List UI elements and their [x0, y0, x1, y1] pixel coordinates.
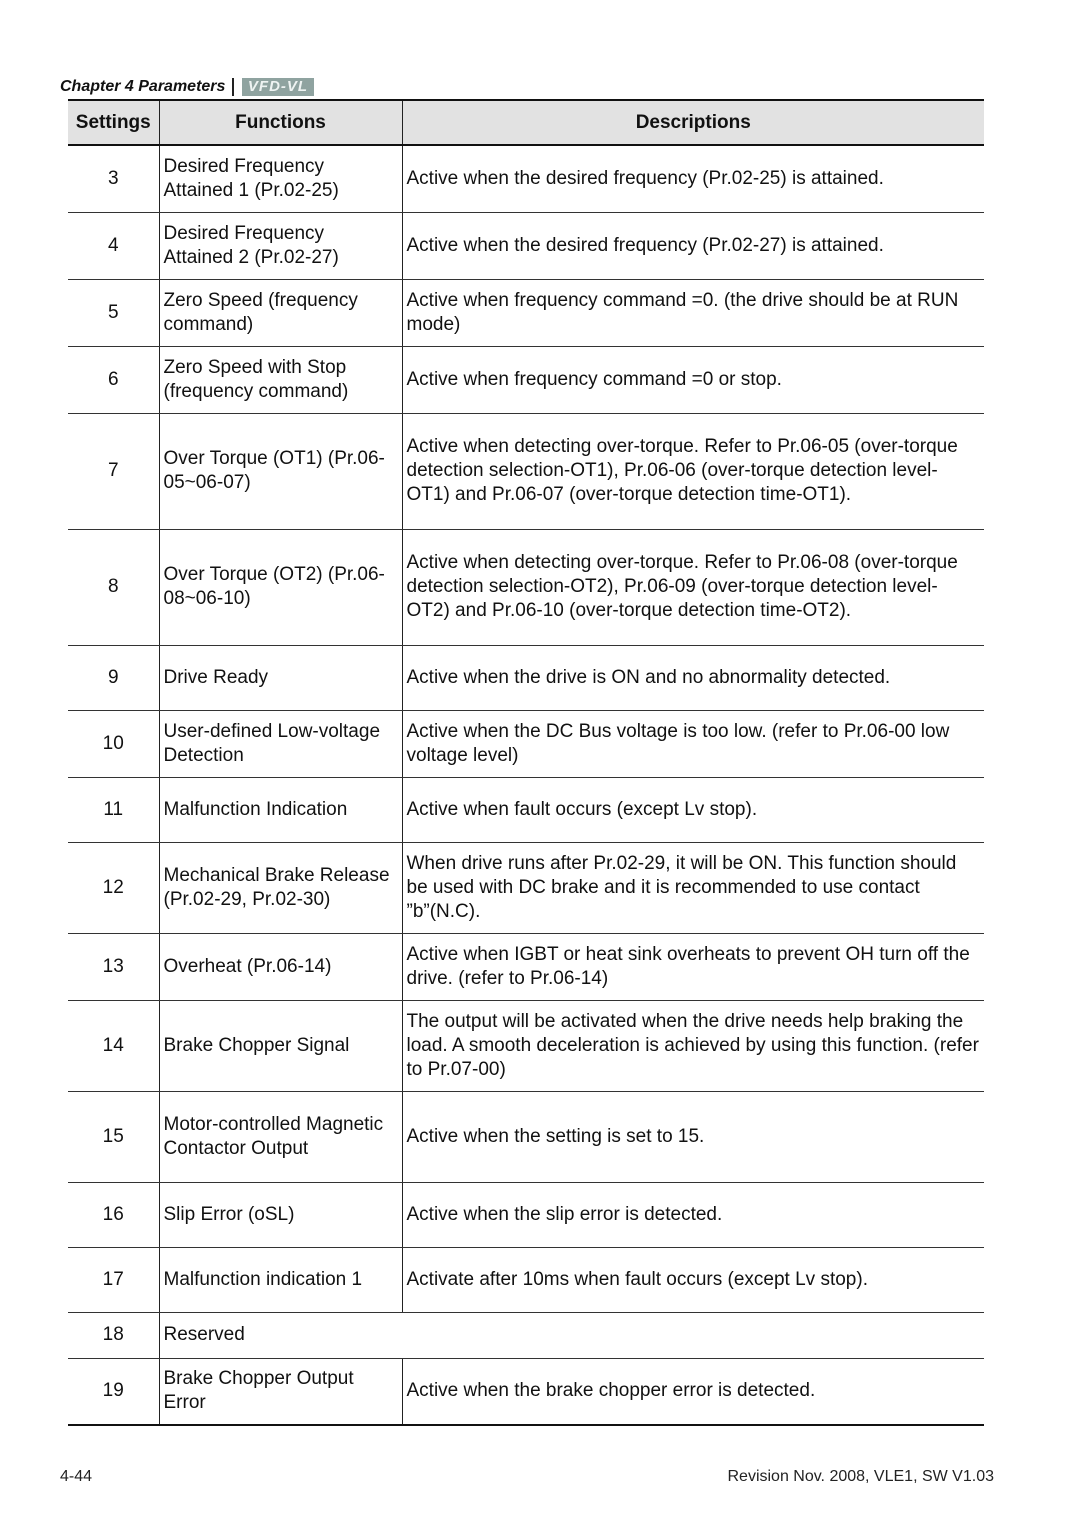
- table-row: 15 Motor-controlled Magnetic Contactor Ou…: [68, 1090, 984, 1183]
- function-name: Zero Speed (frequency command): [158, 278, 402, 347]
- function-name: Over Torque (OT2) (Pr.06-08~06-10): [158, 528, 402, 646]
- function-description: The output will be activated when the dr…: [401, 999, 984, 1092]
- table-row: 17 Malfunction indication 1 Activate after…: [68, 1246, 984, 1313]
- column-header-functions: Functions: [158, 99, 402, 146]
- setting-value: 13: [68, 932, 159, 1001]
- function-description: Active when the brake chopper error is d…: [401, 1357, 984, 1426]
- column-header-settings: Settings: [68, 99, 159, 146]
- table-row: 5 Zero Speed (frequency command) Active wh…: [68, 278, 984, 347]
- chapter-title: Chapter 4 Parameters: [60, 78, 226, 95]
- table-header-row: Settings Functions Descriptions: [68, 99, 984, 146]
- table-row: 13 Overheat (Pr.06-14) Active when IGBT or…: [68, 932, 984, 1001]
- table-row: 3 Desired Frequency Attained 1 (Pr.02-25)…: [68, 144, 984, 213]
- page-header: Chapter 4 Parameters VFD-VL: [60, 76, 315, 98]
- function-name: Desired Frequency Attained 2 (Pr.02-27): [158, 211, 402, 280]
- function-description: Active when the desired frequency (Pr.02…: [401, 211, 984, 280]
- function-name: Brake Chopper Output Error: [158, 1357, 402, 1426]
- table-row: 9 Drive Ready Active when the drive is ON …: [68, 644, 984, 711]
- function-description: Active when the desired frequency (Pr.02…: [401, 144, 984, 213]
- setting-value: 11: [68, 776, 159, 843]
- parameter-settings-table: Settings Functions Descriptions 3 Desired…: [68, 99, 984, 1426]
- function-description: Active when the drive is ON and no abnor…: [401, 644, 984, 711]
- function-description: Active when the slip error is detected.: [401, 1181, 984, 1248]
- function-name: Malfunction indication 1: [158, 1246, 402, 1313]
- setting-value: 3: [68, 144, 159, 213]
- setting-value: 15: [68, 1090, 159, 1183]
- function-name: Zero Speed with Stop (frequency command): [158, 345, 402, 414]
- function-description: Active when fault occurs (except Lv stop…: [401, 776, 984, 843]
- header-divider: [232, 78, 234, 96]
- setting-value: 16: [68, 1181, 159, 1248]
- function-name: Brake Chopper Signal: [158, 999, 402, 1092]
- page-number: 4-44: [60, 1468, 93, 1485]
- table-row: 19 Brake Chopper Output Error Active when …: [68, 1357, 984, 1426]
- setting-value: 17: [68, 1246, 159, 1313]
- setting-value: 19: [68, 1357, 159, 1426]
- table-row: 12 Mechanical Brake Release (Pr.02-29, Pr…: [68, 841, 984, 934]
- setting-value: 18: [68, 1311, 159, 1359]
- table-row: 14 Brake Chopper Signal The output will be…: [68, 999, 984, 1092]
- setting-value: 14: [68, 999, 159, 1092]
- function-name: Desired Frequency Attained 1 (Pr.02-25): [158, 144, 402, 213]
- setting-value: 10: [68, 709, 159, 778]
- table-row: 6 Zero Speed with Stop (frequency command…: [68, 345, 984, 414]
- setting-value: 5: [68, 278, 159, 347]
- function-name: User-defined Low-voltage Detection: [158, 709, 402, 778]
- function-name: Reserved: [158, 1311, 984, 1359]
- table-row: 8 Over Torque (OT2) (Pr.06-08~06-10) Activ…: [68, 528, 984, 646]
- table-row: 16 Slip Error (oSL) Active when the slip e…: [68, 1181, 984, 1248]
- table-row: 4 Desired Frequency Attained 2 (Pr.02-27)…: [68, 211, 984, 280]
- function-description: When drive runs after Pr.02-29, it will …: [401, 841, 984, 934]
- setting-value: 12: [68, 841, 159, 934]
- function-description: Active when the setting is set to 15.: [401, 1090, 984, 1183]
- function-description: Active when detecting over-torque. Refer…: [401, 412, 984, 530]
- table-row: 18 Reserved: [68, 1311, 984, 1359]
- table-row: 10 User-defined Low-voltage Detection Acti…: [68, 709, 984, 778]
- function-name: Drive Ready: [158, 644, 402, 711]
- function-description: Active when frequency command =0. (the d…: [401, 278, 984, 347]
- setting-value: 7: [68, 412, 159, 530]
- setting-value: 8: [68, 528, 159, 646]
- function-name: Malfunction Indication: [158, 776, 402, 843]
- function-name: Over Torque (OT1) (Pr.06-05~06-07): [158, 412, 402, 530]
- function-description: Active when the DC Bus voltage is too lo…: [401, 709, 984, 778]
- table-row: 7 Over Torque (OT1) (Pr.06-05~06-07) Activ…: [68, 412, 984, 530]
- setting-value: 9: [68, 644, 159, 711]
- function-name: Overheat (Pr.06-14): [158, 932, 402, 1001]
- function-description: Activate after 10ms when fault occurs (e…: [401, 1246, 984, 1313]
- product-logo: VFD-VL: [241, 78, 315, 96]
- table-row: 11 Malfunction Indication Active when faul…: [68, 776, 984, 843]
- column-header-descriptions: Descriptions: [401, 99, 984, 146]
- function-name: Motor-controlled Magnetic Contactor Outp…: [158, 1090, 402, 1183]
- function-description: Active when detecting over-torque. Refer…: [401, 528, 984, 646]
- function-description: Active when IGBT or heat sink overheats …: [401, 932, 984, 1001]
- function-name: Mechanical Brake Release (Pr.02-29, Pr.0…: [158, 841, 402, 934]
- setting-value: 6: [68, 345, 159, 414]
- setting-value: 4: [68, 211, 159, 280]
- function-description: Active when frequency command =0 or stop…: [401, 345, 984, 414]
- function-name: Slip Error (oSL): [158, 1181, 402, 1248]
- revision-info: Revision Nov. 2008, VLE1, SW V1.03: [727, 1468, 994, 1485]
